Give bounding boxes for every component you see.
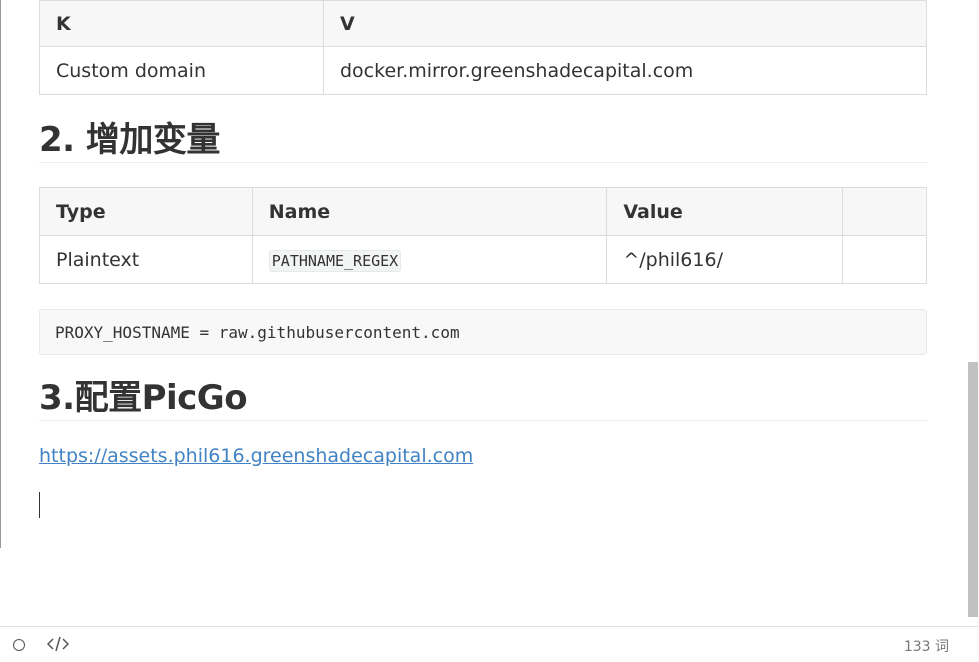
- inline-code: PATHNAME_REGEX: [268, 249, 402, 272]
- domain-table: K V Custom domain docker.mirror.greensha…: [39, 0, 927, 95]
- table-header-cell[interactable]: Type: [39, 187, 253, 236]
- code-icon[interactable]: [47, 634, 69, 654]
- table-cell[interactable]: Custom domain: [39, 46, 324, 95]
- table-header-row: Type Name Value: [39, 187, 927, 236]
- editor-document[interactable]: K V Custom domain docker.mirror.greensha…: [0, 0, 968, 626]
- word-count[interactable]: 133 词: [904, 636, 949, 656]
- table-header-cell[interactable]: Value: [606, 187, 844, 236]
- table-cell[interactable]: PATHNAME_REGEX: [251, 235, 608, 284]
- table-cell[interactable]: docker.mirror.greenshadecapital.com: [323, 46, 927, 95]
- vertical-scrollbar[interactable]: [968, 0, 979, 626]
- heading-configure-picgo[interactable]: 3.配置PicGo: [39, 376, 927, 421]
- status-bar: 133 词: [0, 626, 979, 662]
- table-cell[interactable]: Plaintext: [39, 235, 253, 284]
- table-row: Custom domain docker.mirror.greenshadeca…: [39, 46, 927, 95]
- heading-add-variables[interactable]: 2. 增加变量: [39, 118, 927, 163]
- table-header-cell[interactable]: V: [323, 0, 927, 47]
- scrollbar-thumb[interactable]: [968, 362, 978, 617]
- table-header-cell[interactable]: K: [39, 0, 324, 47]
- table-cell[interactable]: [842, 235, 927, 284]
- table-header-cell[interactable]: [842, 187, 927, 236]
- assets-link[interactable]: https://assets.phil616.greenshadecapital…: [39, 442, 473, 470]
- table-row: Plaintext PATHNAME_REGEX ^/phil616/: [39, 235, 927, 284]
- variables-table: Type Name Value Plaintext PATHNAME_REGEX…: [39, 187, 927, 284]
- table-header-cell[interactable]: Name: [251, 187, 608, 236]
- table-header-row: K V: [39, 0, 927, 47]
- table-cell[interactable]: ^/phil616/: [606, 235, 844, 284]
- circle-icon[interactable]: [13, 639, 25, 651]
- text-cursor: [39, 492, 40, 518]
- code-block[interactable]: PROXY_HOSTNAME = raw.githubusercontent.c…: [39, 309, 927, 355]
